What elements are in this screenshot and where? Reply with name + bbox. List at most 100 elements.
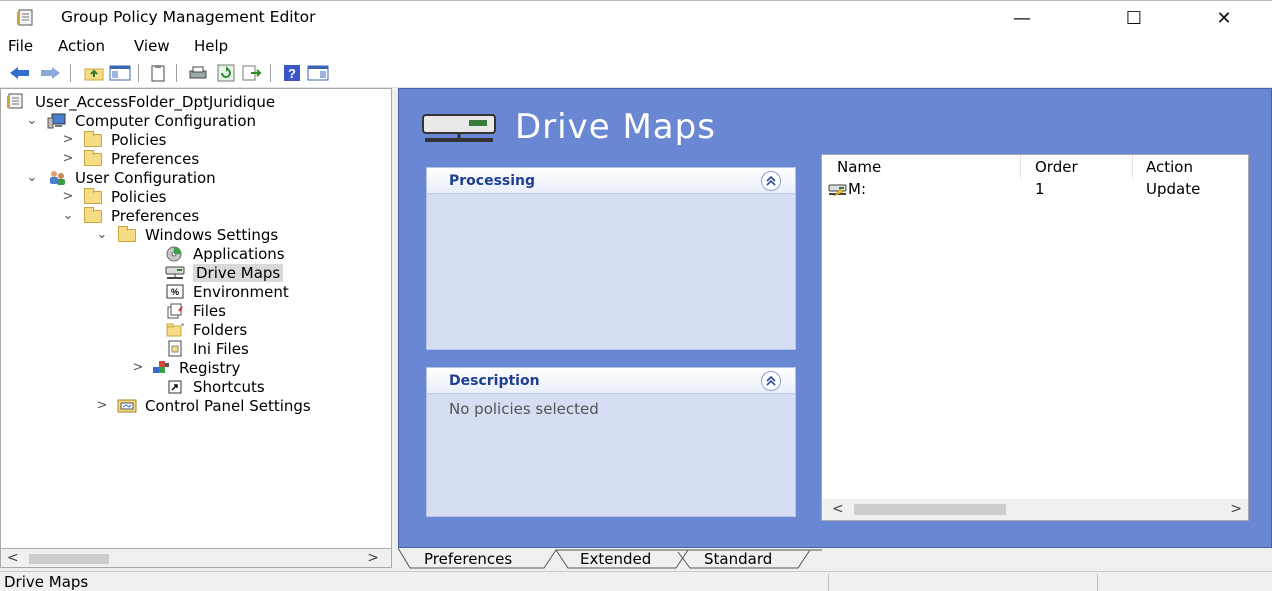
scroll-right-icon[interactable]: >: [1230, 501, 1242, 517]
folders-icon: *: [166, 322, 184, 337]
menu-view[interactable]: View: [134, 37, 170, 55]
tree-item-computer-preferences[interactable]: > Preferences: [61, 149, 200, 168]
svg-text:%: %: [171, 287, 179, 297]
chevron-right-icon[interactable]: >: [131, 360, 145, 375]
show-action-pane-icon[interactable]: [306, 62, 330, 84]
page-heading: Drive Maps: [421, 107, 716, 147]
properties-icon[interactable]: [146, 62, 170, 84]
tree-item-user-policies[interactable]: > Policies: [61, 187, 167, 206]
chevron-down-icon[interactable]: ⌄: [95, 227, 109, 242]
tree-item-files[interactable]: Files: [165, 301, 226, 320]
chevron-double-up-icon: [766, 176, 776, 186]
files-icon: [167, 303, 183, 319]
tree-item-environment[interactable]: % Environment: [165, 282, 289, 301]
drive-maps-list[interactable]: Name Order Action M: 1 Update < >: [821, 154, 1249, 521]
tree-item-label: Files: [193, 301, 226, 320]
console-tree[interactable]: User_AccessFolder_DptJuridique ⌄ Compute…: [0, 88, 392, 550]
menu-bar: File Action View Help: [0, 34, 1272, 58]
tree-item-user-configuration[interactable]: ⌄ User Configuration: [25, 168, 216, 187]
row-order: 1: [1035, 180, 1045, 198]
maximize-button[interactable]: ☐: [1104, 1, 1164, 35]
scroll-right-icon[interactable]: >: [367, 550, 379, 566]
tree-item-user-preferences[interactable]: ⌄ Preferences: [61, 206, 200, 225]
print-icon[interactable]: [186, 62, 210, 84]
tree-item-label: Policies: [111, 187, 167, 206]
description-title: Description: [449, 373, 540, 389]
processing-panel-header: Processing: [427, 168, 795, 194]
list-horizontal-scrollbar[interactable]: < >: [822, 499, 1248, 520]
tree-item-computer-configuration[interactable]: ⌄ Computer Configuration: [25, 111, 257, 130]
column-separator[interactable]: [1132, 155, 1133, 179]
close-button[interactable]: ✕: [1194, 1, 1254, 35]
tab-preferences[interactable]: Preferences: [418, 550, 518, 570]
tree-horizontal-scrollbar[interactable]: < >: [0, 548, 392, 568]
tree-item-label: Shortcuts: [193, 377, 265, 396]
chevron-right-icon[interactable]: >: [61, 151, 75, 166]
tab-standard[interactable]: Standard: [698, 550, 778, 570]
column-header-action[interactable]: Action: [1146, 158, 1193, 176]
tree-item-shortcuts[interactable]: Shortcuts: [165, 377, 265, 396]
computer-icon: [47, 113, 66, 129]
processing-panel: Processing: [426, 167, 796, 350]
tree-item-ini-files[interactable]: Ini Files: [165, 339, 249, 358]
users-icon: [50, 171, 65, 185]
chevron-down-icon[interactable]: ⌄: [61, 208, 75, 223]
menu-help[interactable]: Help: [194, 37, 228, 55]
menu-file[interactable]: File: [8, 37, 33, 55]
help-icon[interactable]: ?: [280, 62, 304, 84]
tree-item-registry[interactable]: > Registry: [131, 358, 241, 377]
column-header-order[interactable]: Order: [1035, 158, 1078, 176]
tree-item-label: Ini Files: [193, 339, 249, 358]
ini-files-icon: [168, 340, 182, 357]
chevron-right-icon[interactable]: >: [61, 189, 75, 204]
folder-icon: [83, 150, 103, 167]
show-hide-console-tree-icon[interactable]: [108, 62, 132, 84]
toolbar-separator: [138, 64, 139, 82]
column-header-name[interactable]: Name: [837, 158, 881, 176]
chevron-right-icon[interactable]: >: [95, 398, 109, 413]
collapse-description-button[interactable]: [761, 371, 781, 391]
tab-extended[interactable]: Extended: [574, 550, 657, 570]
registry-icon: [153, 361, 169, 373]
gpo-app-icon: [17, 9, 33, 26]
chevron-down-icon[interactable]: ⌄: [25, 170, 39, 185]
tree-item-label: Drive Maps: [193, 263, 284, 282]
tree-item-gpo-root[interactable]: User_AccessFolder_DptJuridique: [5, 92, 275, 111]
window-title: Group Policy Management Editor: [61, 8, 316, 26]
tree-item-label: Preferences: [111, 206, 200, 225]
folder-icon: [83, 207, 103, 224]
scroll-left-icon[interactable]: <: [7, 550, 19, 566]
details-pane: Drive Maps Processing Description No pol…: [398, 88, 1272, 548]
tree-item-windows-settings[interactable]: ⌄ Windows Settings: [95, 225, 279, 244]
chevron-down-icon[interactable]: ⌄: [25, 113, 39, 128]
description-panel: Description No policies selected: [426, 367, 796, 517]
folder-icon: [117, 226, 137, 243]
forward-icon[interactable]: [38, 62, 62, 84]
minimize-button[interactable]: —: [992, 1, 1052, 35]
tree-item-computer-policies[interactable]: > Policies: [61, 130, 167, 149]
chevron-right-icon[interactable]: >: [61, 132, 75, 147]
control-panel-icon: [117, 399, 137, 413]
menu-action[interactable]: Action: [58, 37, 105, 55]
tree-item-control-panel-settings[interactable]: > Control Panel Settings: [95, 396, 311, 415]
title-bar: Group Policy Management Editor — ☐ ✕: [0, 0, 1272, 34]
export-list-icon[interactable]: [240, 62, 264, 84]
environment-icon: %: [166, 284, 184, 299]
scrollbar-thumb[interactable]: [854, 504, 1006, 515]
refresh-icon[interactable]: [214, 62, 238, 84]
scroll-left-icon[interactable]: <: [832, 501, 844, 517]
tree-item-label: User_AccessFolder_DptJuridique: [35, 92, 276, 111]
up-folder-icon[interactable]: [82, 62, 106, 84]
tree-item-label: Registry: [179, 358, 241, 377]
processing-title: Processing: [449, 173, 536, 189]
tree-item-folders[interactable]: * Folders: [165, 320, 247, 339]
tree-item-applications[interactable]: Applications: [165, 244, 285, 263]
scrollbar-thumb[interactable]: [29, 554, 109, 564]
tree-item-drive-maps[interactable]: Drive Maps: [165, 263, 284, 282]
description-text: No policies selected: [449, 400, 599, 418]
tree-item-label: Computer Configuration: [75, 111, 257, 130]
back-icon[interactable]: [8, 62, 32, 84]
tree-item-label: Preferences: [111, 149, 200, 168]
collapse-processing-button[interactable]: [761, 171, 781, 191]
column-separator[interactable]: [1020, 155, 1021, 179]
